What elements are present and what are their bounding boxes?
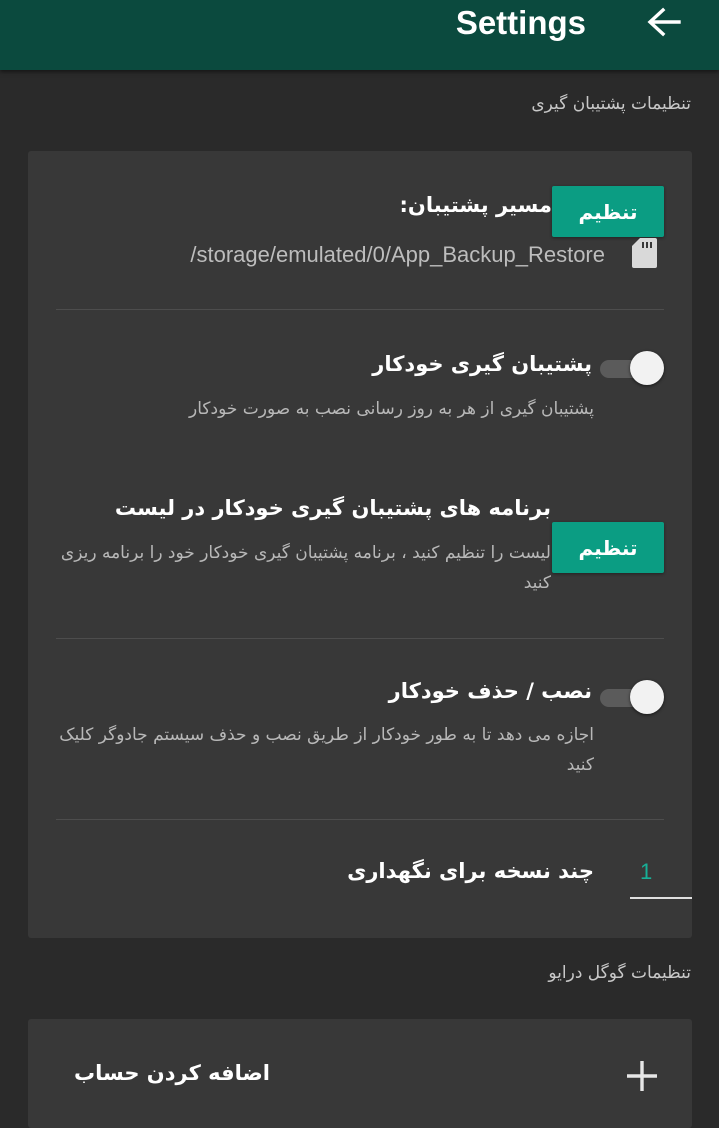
input-underline bbox=[630, 897, 692, 899]
add-account-label: اضافه کردن حساب bbox=[74, 1061, 270, 1085]
backup-path-value: /storage/emulated/0/App_Backup_Restore bbox=[190, 242, 605, 267]
set-backup-path-button[interactable]: تنظیم bbox=[552, 186, 664, 237]
auto-install-toggle[interactable] bbox=[600, 679, 664, 715]
divider bbox=[56, 309, 664, 310]
backup-path-title: مسیر پشتیبان: bbox=[399, 193, 553, 217]
set-auto-backup-list-button[interactable]: تنظیم bbox=[552, 522, 664, 573]
backup-section-title: تنظیمات پشتیبان گیری bbox=[531, 94, 691, 114]
versions-to-keep-value: 1 bbox=[640, 859, 653, 884]
auto-backup-list-title: برنامه های پشتیبان گیری خودکار در لیست bbox=[114, 496, 551, 520]
auto-install-description: اجازه می دهد تا به طور خودکار از طریق نص… bbox=[59, 725, 594, 775]
sd-card-icon bbox=[632, 238, 657, 268]
divider bbox=[56, 819, 664, 820]
toggle-thumb bbox=[630, 351, 664, 385]
page-title: Settings bbox=[455, 4, 586, 41]
versions-to-keep-input[interactable]: 1 bbox=[630, 859, 692, 899]
auto-install-title: نصب / حذف خودکار bbox=[388, 679, 592, 703]
app-bar: Settings bbox=[0, 0, 719, 70]
divider bbox=[56, 638, 664, 639]
auto-backup-description: پشتیبان گیری از هر به روز رسانی نصب به ص… bbox=[189, 399, 594, 419]
auto-backup-toggle[interactable] bbox=[600, 350, 664, 386]
toggle-thumb bbox=[630, 680, 664, 714]
auto-backup-list-description: لیست را تنظیم کنید ، برنامه پشتیبان گیری… bbox=[60, 543, 551, 593]
versions-to-keep-title: چند نسخه برای نگهداری bbox=[347, 859, 594, 883]
add-account-row[interactable]: اضافه کردن حساب bbox=[28, 1019, 692, 1128]
drive-section-title: تنظیمات گوگل درایو bbox=[548, 963, 691, 983]
auto-backup-title: پشتیبان گیری خودکار bbox=[372, 352, 592, 376]
backup-settings-card: مسیر پشتیبان: تنظیم /storage/emulated/0/… bbox=[28, 151, 692, 938]
arrow-left-icon[interactable] bbox=[647, 7, 681, 37]
plus-icon bbox=[627, 1061, 657, 1091]
